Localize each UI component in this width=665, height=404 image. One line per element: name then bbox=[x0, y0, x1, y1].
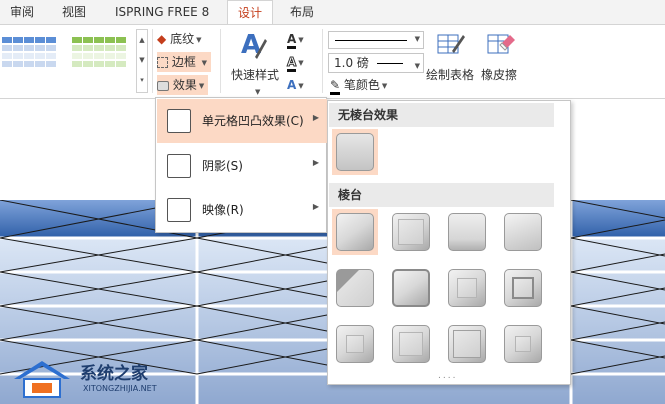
shadow-icon bbox=[167, 154, 191, 178]
effects-button[interactable]: 效果 ▼ bbox=[157, 75, 209, 95]
menu-item-shadow[interactable]: 阴影(S) ▶ bbox=[157, 144, 327, 188]
convex-bevel-icon[interactable] bbox=[444, 265, 490, 311]
menu-item-cell-bevel[interactable]: 单元格凹凸效果(C) ▶ bbox=[157, 99, 327, 143]
chevron-right-icon: ▶ bbox=[312, 202, 319, 211]
eraser-button[interactable]: 橡皮擦 bbox=[481, 65, 517, 85]
chevron-down-icon[interactable]: ▼ bbox=[202, 59, 207, 67]
chevron-right-icon: ▶ bbox=[312, 113, 319, 122]
watermark-subtitle: XITONGZHIJIA.NET bbox=[83, 384, 157, 393]
cross-bevel-icon[interactable] bbox=[444, 209, 490, 255]
reflection-icon bbox=[167, 198, 191, 222]
slope-bevel-icon[interactable] bbox=[500, 265, 546, 311]
bevel-header: 棱台 bbox=[329, 183, 554, 207]
table-style-blue[interactable] bbox=[2, 37, 58, 77]
text-effects-icon: A bbox=[287, 78, 297, 92]
angle-bevel-icon[interactable] bbox=[332, 265, 378, 311]
pen-color-button[interactable]: ✎ 笔颜色 ▼ bbox=[330, 75, 387, 95]
menu-item-reflection[interactable]: 映像(R) ▶ bbox=[157, 188, 327, 232]
paint-bucket-icon: ◆ bbox=[157, 32, 167, 46]
text-outline-icon: A bbox=[286, 55, 297, 72]
cool-slant-bevel-icon[interactable] bbox=[500, 209, 546, 255]
shading-button[interactable]: ◆ 底纹 ▼ bbox=[157, 29, 201, 49]
pen-icon: ✎ bbox=[330, 78, 341, 95]
cell-bevel-icon bbox=[167, 109, 191, 133]
watermark: 系统之家 XITONGZHIJIA.NET bbox=[10, 355, 190, 404]
text-outline-button[interactable]: A ▼ bbox=[286, 52, 304, 72]
borders-button[interactable]: 边框 ▼ bbox=[157, 52, 212, 72]
ribbon-tab-bar: 审阅 视图 ISPRING FREE 8 设计 布局 bbox=[0, 0, 665, 25]
hard-edge-bevel-icon[interactable] bbox=[444, 321, 490, 367]
tab-ispring[interactable]: ISPRING FREE 8 bbox=[115, 0, 209, 24]
tab-review[interactable]: 审阅 bbox=[10, 0, 34, 24]
ribbon-panel: ▲ ▼ ▾ ◆ 底纹 ▼ 边框 ▼ 效果 ▼ A 快速样式 ▼ A ▼ A ▼ … bbox=[0, 24, 665, 99]
draw-table-icon[interactable] bbox=[436, 31, 466, 57]
gallery-more-indicator[interactable]: .... bbox=[438, 371, 457, 381]
effects-menu: 单元格凹凸效果(C) ▶ 阴影(S) ▶ 映像(R) ▶ bbox=[155, 97, 327, 233]
effects-icon bbox=[157, 80, 169, 91]
no-bevel-header: 无棱台效果 bbox=[329, 103, 554, 127]
watermark-title: 系统之家 bbox=[80, 364, 148, 384]
quick-styles-icon[interactable]: A bbox=[237, 29, 267, 61]
bevel-gallery: 无棱台效果 棱台 .... bbox=[327, 100, 571, 385]
house-logo-icon bbox=[14, 361, 70, 398]
powerpoint-window: 审阅 视图 ISPRING FREE 8 设计 布局 ▲▼▾ ◆ 底纹▼ bbox=[0, 0, 665, 404]
text-fill-icon: A bbox=[287, 32, 297, 49]
text-fill-button[interactable]: A ▼ bbox=[287, 29, 304, 49]
eraser-icon[interactable] bbox=[486, 31, 516, 57]
relaxed-inset-bevel-icon[interactable] bbox=[388, 209, 434, 255]
draw-table-button[interactable]: 绘制表格 bbox=[426, 65, 474, 85]
text-effects-button[interactable]: A ▼ bbox=[287, 75, 304, 95]
border-grid-icon bbox=[157, 57, 168, 68]
soft-round-bevel-icon[interactable] bbox=[388, 265, 434, 311]
riblet-bevel-icon[interactable] bbox=[388, 321, 434, 367]
table-style-green[interactable] bbox=[72, 37, 128, 77]
pen-weight-dropdown[interactable]: 1.0 磅 ▼ bbox=[328, 53, 424, 73]
chevron-right-icon: ▶ bbox=[312, 158, 319, 167]
divot-bevel-icon[interactable] bbox=[332, 321, 378, 367]
circle-bevel-icon[interactable] bbox=[332, 209, 378, 255]
no-bevel-option[interactable] bbox=[332, 129, 378, 175]
tab-design[interactable]: 设计 bbox=[227, 0, 273, 25]
tab-view[interactable]: 视图 bbox=[62, 0, 86, 24]
art-deco-bevel-icon[interactable] bbox=[500, 321, 546, 367]
pen-style-dropdown[interactable]: ▼ bbox=[328, 31, 424, 49]
tab-layout[interactable]: 布局 bbox=[290, 0, 314, 24]
style-gallery-scroll[interactable]: ▲ ▼ ▾ bbox=[136, 29, 148, 93]
